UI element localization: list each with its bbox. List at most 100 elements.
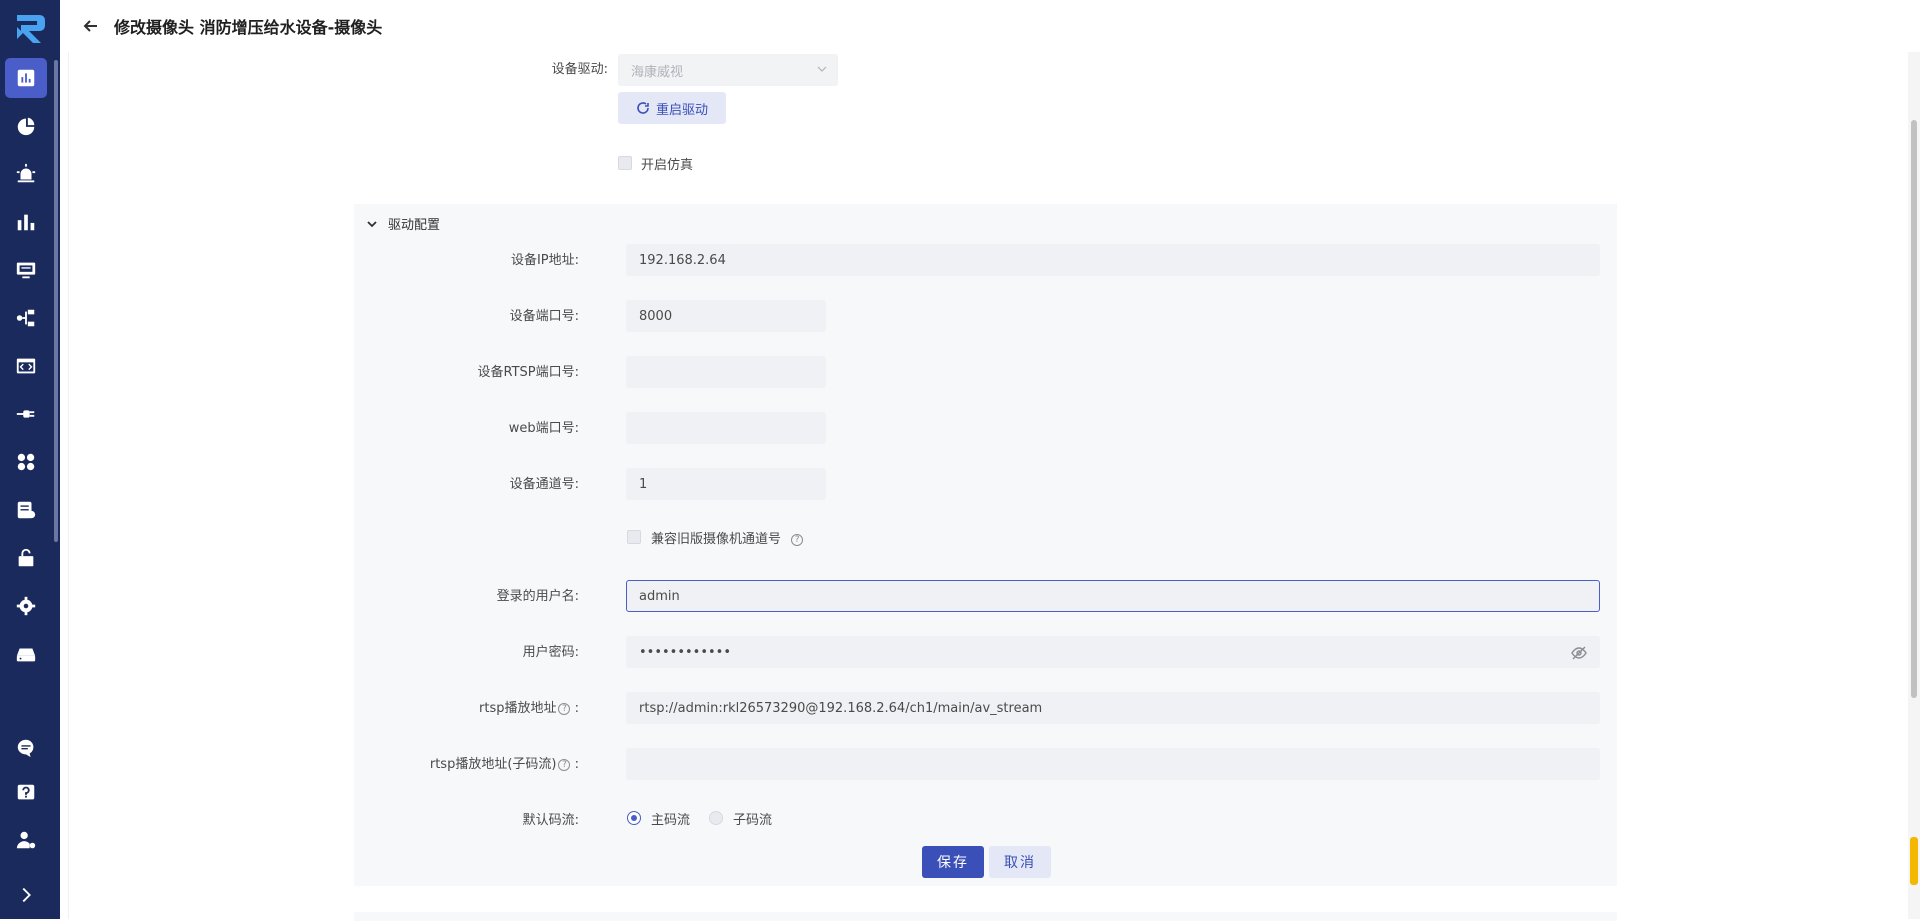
simulation-checkbox[interactable] — [618, 156, 632, 170]
restart-driver-button[interactable]: 重启驱动 — [618, 92, 726, 124]
nav-apps[interactable] — [5, 442, 47, 482]
username-label: 登录的用户名: — [496, 589, 579, 604]
scroll-marker — [1910, 837, 1918, 885]
next-section-edge — [354, 912, 1617, 921]
help-icon[interactable]: ? — [558, 758, 571, 771]
web-port-input[interactable] — [626, 412, 826, 444]
nav-user[interactable] — [5, 820, 47, 860]
ip-label: 设备IP地址: — [510, 253, 579, 268]
rtsp-url-value: rtsp://admin:rkl26573290@192.168.2.64/ch… — [639, 700, 1043, 716]
server-icon — [16, 648, 36, 662]
eye-off-icon[interactable] — [1571, 645, 1587, 661]
nav-permission[interactable] — [5, 538, 47, 578]
rtsp-port-label: 设备RTSP端口号: — [477, 365, 580, 380]
port-label: 设备端口号: — [509, 309, 579, 324]
nav-alarm[interactable] — [5, 154, 47, 194]
flow-icon — [16, 309, 35, 327]
web-port-label: web端口号: — [508, 421, 579, 436]
compat-label: 兼容旧版摄像机通道号 ? — [651, 528, 804, 547]
app-logo[interactable] — [9, 7, 51, 49]
cancel-label: 取消 — [1004, 855, 1036, 871]
rtsp-port-input[interactable] — [626, 356, 826, 388]
nav-settings[interactable] — [5, 586, 47, 626]
chevron-down-icon — [817, 66, 827, 72]
port-value: 8000 — [639, 308, 673, 324]
port-input[interactable]: 8000 — [626, 300, 826, 332]
nav-gateway[interactable] — [5, 634, 47, 674]
nav-messages[interactable] — [5, 728, 47, 768]
help-icon[interactable]: ? — [791, 533, 804, 546]
code-window-icon — [16, 358, 36, 374]
stream-main-radio[interactable] — [627, 811, 641, 825]
password-value: •••••••••••• — [639, 644, 732, 660]
driver-select[interactable]: 海康威视 — [618, 54, 838, 86]
stream-label: 默认码流: — [522, 813, 579, 828]
rtsp-url-input[interactable]: rtsp://admin:rkl26573290@192.168.2.64/ch… — [626, 692, 1600, 724]
compat-checkbox[interactable] — [627, 530, 641, 544]
gear-icon — [16, 596, 36, 616]
driver-label: 设备驱动: — [551, 62, 608, 77]
rtsp-sub-label-wrap: rtsp播放地址(子码流)? : — [429, 757, 579, 772]
cancel-button[interactable]: 取消 — [989, 846, 1051, 878]
nav-scrollbar[interactable] — [54, 60, 58, 542]
gauge-icon — [17, 117, 35, 136]
chart-board-icon — [17, 69, 35, 87]
driver-config-panel: 驱动配置 设备IP地址: 192.168.2.64 设备端口号: 8000 设备… — [354, 204, 1617, 886]
nav-topology[interactable] — [5, 298, 47, 338]
content-divider — [68, 52, 69, 919]
page-title: 修改摄像头 消防增压给水设备-摄像头 — [114, 18, 383, 37]
channel-input[interactable]: 1 — [626, 468, 826, 500]
bar-chart-icon — [17, 214, 35, 231]
username-input[interactable]: admin — [626, 580, 1600, 612]
scrollbar-thumb[interactable] — [1911, 120, 1917, 698]
user-settings-icon — [16, 831, 36, 849]
driver-config-toggle[interactable]: 驱动配置 — [366, 214, 440, 233]
lock-icon — [18, 548, 34, 567]
chevron-down-icon — [367, 220, 377, 227]
chevron-right-icon — [22, 887, 31, 903]
password-input[interactable]: •••••••••••• — [626, 636, 1600, 668]
channel-value: 1 — [639, 476, 648, 492]
ip-input[interactable]: 192.168.2.64 — [626, 244, 1600, 276]
simulation-label: 开启仿真 — [641, 158, 694, 173]
nav-help[interactable] — [5, 773, 47, 813]
nav-screen[interactable] — [5, 250, 47, 290]
nav-device[interactable] — [5, 394, 47, 434]
ip-value: 192.168.2.64 — [639, 252, 726, 268]
plug-icon — [16, 410, 35, 418]
apps-icon — [17, 453, 35, 471]
back-button[interactable] — [78, 13, 104, 39]
password-label: 用户密码: — [522, 645, 579, 660]
driver-select-value: 海康威视 — [631, 64, 684, 80]
page-scrollbar[interactable] — [1908, 52, 1920, 919]
help-icon[interactable]: ? — [558, 702, 571, 715]
stream-sub-radio[interactable] — [709, 811, 723, 825]
compat-label-text: 兼容旧版摄像机通道号 — [651, 532, 782, 547]
rtsp-url-label-wrap: rtsp播放地址? : — [479, 701, 579, 716]
driver-config-title: 驱动配置 — [388, 218, 441, 233]
monitor-icon — [16, 262, 36, 279]
side-nav — [0, 0, 60, 919]
form-content: 设备驱动: 海康威视 重启驱动 开启仿真 驱动配置 设备IP地址: 192.16… — [60, 52, 1920, 921]
rtsp-url-label: rtsp播放地址 — [479, 701, 557, 716]
rtsp-sub-label: rtsp播放地址(子码流) — [429, 757, 557, 772]
nav-monitor[interactable] — [5, 106, 47, 146]
arrow-left-icon — [83, 20, 97, 32]
nav-dashboard[interactable] — [5, 58, 47, 98]
records-icon — [17, 501, 36, 519]
nav-statistics[interactable] — [5, 202, 47, 242]
save-button[interactable]: 保存 — [922, 846, 984, 878]
username-value: admin — [639, 588, 680, 604]
nav-records[interactable] — [5, 490, 47, 530]
alarm-light-icon — [16, 163, 36, 183]
refresh-icon — [637, 102, 649, 114]
nav-expand[interactable] — [5, 875, 47, 915]
nav-code[interactable] — [5, 346, 47, 386]
page-header: 修改摄像头 消防增压给水设备-摄像头 — [60, 0, 1920, 52]
rtsp-sub-input[interactable] — [626, 748, 1600, 780]
stream-main-label: 主码流 — [651, 813, 691, 828]
question-icon — [17, 784, 35, 800]
channel-label: 设备通道号: — [509, 477, 579, 492]
restart-driver-label: 重启驱动 — [655, 102, 708, 118]
stream-sub-label: 子码流 — [733, 813, 773, 828]
